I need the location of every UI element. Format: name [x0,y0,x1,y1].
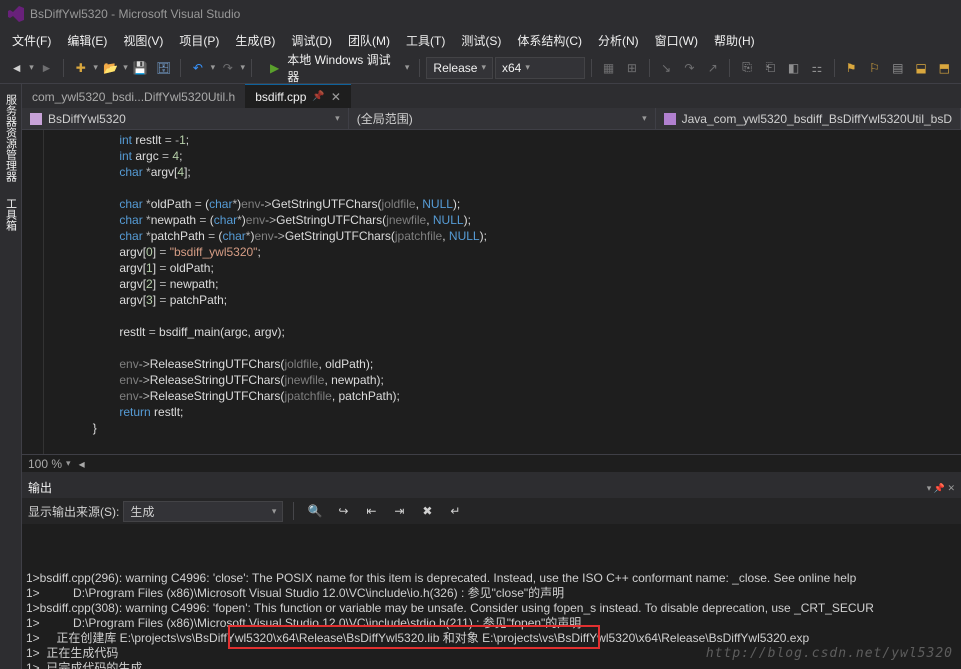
output-find-icon[interactable]: 🔍 [304,500,326,522]
start-debug-button[interactable]: ▶ [264,57,285,79]
function-icon [664,113,676,125]
redo-button[interactable]: ↷ [217,57,238,79]
save-button[interactable]: 💾 [130,57,151,79]
nav-back-button[interactable]: ◄ [6,57,27,79]
toolbar: ◄▾ ► ✚▾ 📂▾ 💾 🗄 ↶▾ ↷▾ ▶ 本地 Windows 调试器▾ R… [0,52,961,84]
menu-arch[interactable]: 体系结构(C) [509,30,590,51]
menu-test[interactable]: 测试(S) [453,30,509,51]
tb-icon-1[interactable]: ▦ [598,57,619,79]
menu-view[interactable]: 视图(V) [115,30,171,51]
tb-icon-d[interactable]: ⚏ [806,57,827,79]
nav-project-dropdown[interactable]: BsDiffYwl5320 ▾ [22,108,349,129]
menu-tools[interactable]: 工具(T) [398,30,453,51]
step-into-icon[interactable]: ↘ [656,57,677,79]
output-prev-icon[interactable]: ⇤ [360,500,382,522]
code-editor[interactable]: int restlt = -1; int argc = 4; char *arg… [22,130,961,454]
tb-icon-2[interactable]: ⊞ [621,57,642,79]
tb-icon-h[interactable]: ⬓ [910,57,931,79]
tab-bsdiff-cpp[interactable]: bsdiff.cpp 📌 ✕ [245,84,351,108]
tab-header-file[interactable]: com_ywl5320_bsdi...DiffYwl5320Util.h [22,84,245,108]
output-clear-icon[interactable]: ✖ [416,500,438,522]
nav-func-dropdown[interactable]: Java_com_ywl5320_bsdiff_BsDiffYwl5320Uti… [656,108,961,129]
tb-icon-b[interactable]: ⎗ [760,57,781,79]
gutter [22,130,44,454]
step-out-icon[interactable]: ↗ [702,57,723,79]
output-header[interactable]: 输出 ▾ 📌 ✕ [22,476,961,498]
menu-project[interactable]: 项目(P) [171,30,227,51]
menu-edit[interactable]: 编辑(E) [59,30,115,51]
vs-logo-icon [8,6,24,22]
menu-window[interactable]: 窗口(W) [647,30,706,51]
nav-bar: BsDiffYwl5320 ▾ (全局范围)▾ Java_com_ywl5320… [22,108,961,130]
step-over-icon[interactable]: ↷ [679,57,700,79]
debugger-label[interactable]: 本地 Windows 调试器 [287,51,399,85]
project-icon [30,113,42,125]
autohide-icon[interactable]: ▾ 📌 ✕ [927,483,955,493]
tb-icon-i[interactable]: ⬒ [934,57,955,79]
output-source-label: 显示输出来源(S): [28,503,119,520]
undo-button[interactable]: ↶ [187,57,208,79]
menu-debug[interactable]: 调试(D) [283,30,340,51]
new-project-button[interactable]: ✚ [70,57,91,79]
platform-dropdown[interactable]: x64▾ [495,57,585,79]
toolbox-tab[interactable]: 工具箱 [1,192,21,237]
menu-analyze[interactable]: 分析(N) [590,30,647,51]
menu-help[interactable]: 帮助(H) [706,30,763,51]
nav-fwd-button[interactable]: ► [36,57,57,79]
config-dropdown[interactable]: Release▾ [426,57,493,79]
output-wrap-icon[interactable]: ↵ [444,500,466,522]
tb-icon-c[interactable]: ◧ [783,57,804,79]
editor-tabs: com_ywl5320_bsdi...DiffYwl5320Util.h bsd… [22,84,961,108]
watermark: http://blog.csdn.net/ywl5320 [706,646,953,661]
server-explorer-tab[interactable]: 服务器资源管理器 [1,88,21,188]
menu-team[interactable]: 团队(M) [340,30,398,51]
close-icon[interactable]: ✕ [331,90,341,104]
pin-icon[interactable]: 📌 [312,91,324,102]
save-all-button[interactable]: 🗄 [153,57,174,79]
tb-icon-e[interactable]: ⚑ [841,57,862,79]
zoom-level[interactable]: 100 % [28,457,62,471]
tb-icon-f[interactable]: ⚐ [864,57,885,79]
output-next-icon[interactable]: ⇥ [388,500,410,522]
fold-margin [44,130,56,454]
open-button[interactable]: 📂 [100,57,121,79]
highlight-box [228,625,600,649]
menu-file[interactable]: 文件(F) [4,30,59,51]
output-goto-icon[interactable]: ↪ [332,500,354,522]
editor-status: 100 % ▾ ◂ [22,454,961,472]
side-toolwindows: 服务器资源管理器 工具箱 [0,84,22,669]
tb-icon-a[interactable]: ⎘ [736,57,757,79]
menu-build[interactable]: 生成(B) [227,30,283,51]
titlebar: BsDiffYwl5320 - Microsoft Visual Studio [0,0,961,28]
menubar: 文件(F) 编辑(E) 视图(V) 项目(P) 生成(B) 调试(D) 团队(M… [0,28,961,52]
tb-icon-g[interactable]: ▤ [887,57,908,79]
output-panel: 输出 ▾ 📌 ✕ 显示输出来源(S): 生成▾ 🔍 ↪ ⇤ ⇥ ✖ ↵ [22,472,961,669]
window-title: BsDiffYwl5320 - Microsoft Visual Studio [30,7,240,21]
nav-scope-dropdown[interactable]: (全局范围)▾ [349,108,656,129]
output-source-dropdown[interactable]: 生成▾ [123,501,283,522]
